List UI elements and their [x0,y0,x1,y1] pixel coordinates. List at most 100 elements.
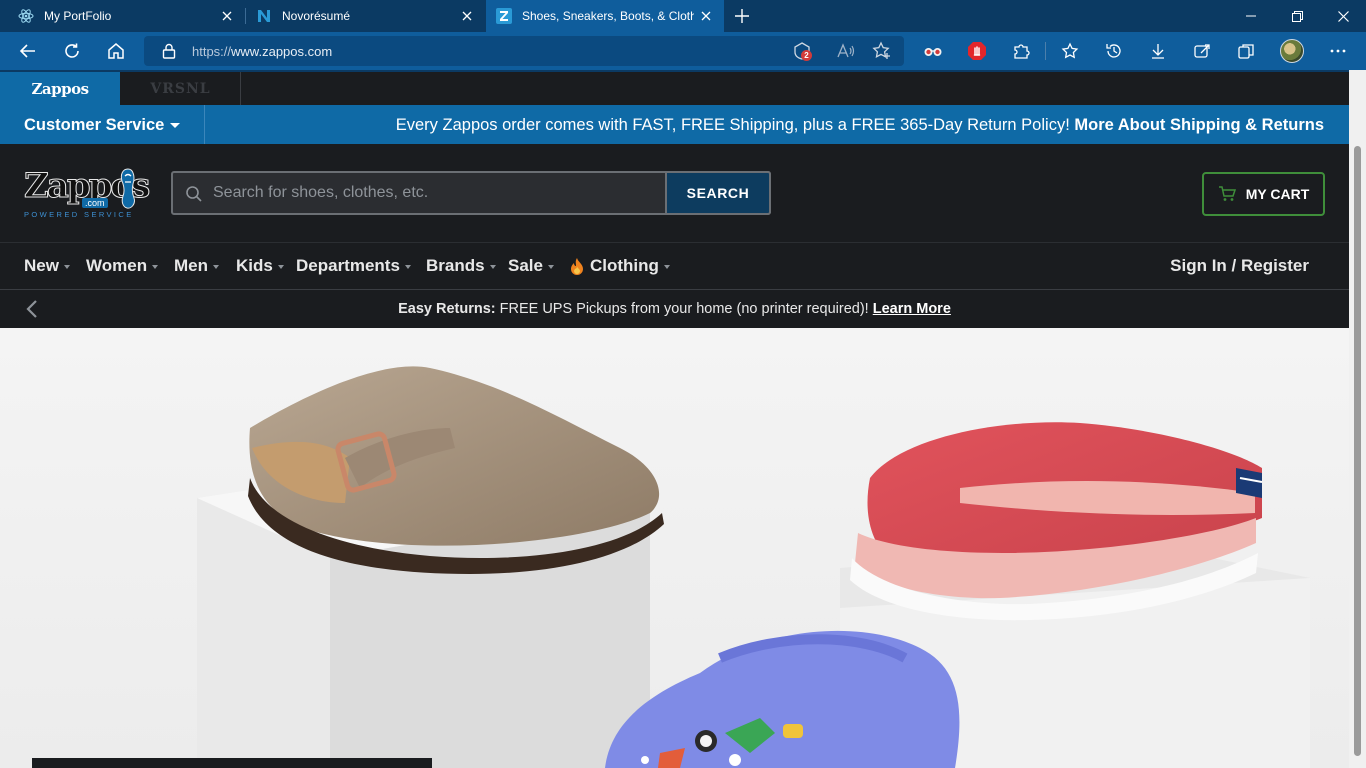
nav-label: Men [174,256,208,275]
tab-title: My PortFolio [44,9,112,23]
nav-label: Kids [236,256,273,275]
sign-in-register-link[interactable]: Sign In / Register [1170,256,1309,276]
nav-label: Departments [296,256,400,275]
add-favorite-icon[interactable] [872,41,892,61]
extension-stop-hand-icon[interactable] [963,37,991,65]
toolbar-divider [1045,42,1046,60]
close-tab-icon[interactable] [698,8,714,24]
zappos-mini-logo: Zappos [31,79,89,98]
logo-tagline: POWERED SERVICE [24,210,134,219]
caret-down-icon [170,123,181,128]
address-bar[interactable]: https://www.zappos.com 2 [144,36,904,66]
promo-text: Every Zappos order comes with FAST, FREE… [395,116,1070,134]
cart-icon [1218,186,1236,201]
caret-down-icon [152,265,159,269]
easy-returns-banner: Easy Returns: FREE UPS Pickups from your… [0,290,1349,328]
learn-more-link[interactable]: Learn More [873,301,951,317]
react-icon [18,8,34,24]
profile-avatar[interactable] [1280,39,1304,63]
close-tab-icon[interactable] [219,8,235,24]
nav-clothing[interactable]: Clothing [569,256,670,276]
extensions-icon[interactable] [1007,37,1035,65]
refresh-button[interactable] [58,37,86,65]
restore-button[interactable] [1274,0,1320,32]
caret-down-icon [277,265,284,269]
lock-icon[interactable] [162,43,176,64]
search-button[interactable]: SEARCH [665,171,771,215]
logo-shoeprint-icon [120,168,135,209]
close-tab-icon[interactable] [459,8,475,24]
scrollbar-thumb[interactable] [1354,146,1361,756]
nav-label: Women [86,256,148,275]
logo-dotcom: .com [82,198,108,208]
browser-tab[interactable]: My PortFolio [0,0,245,32]
caret-down-icon [213,265,219,269]
page-scrollbar[interactable] [1349,70,1366,768]
returns-message: Easy Returns: FREE UPS Pickups from your… [0,301,1349,317]
browser-tab[interactable]: Novorésumé [246,0,485,32]
search-input[interactable] [213,173,663,213]
back-button[interactable] [14,37,42,65]
nav-label: Brands [426,256,485,275]
collections-icon[interactable] [1232,37,1260,65]
caret-down-icon [63,265,70,269]
nav-men[interactable]: Men [174,256,219,276]
my-cart-button[interactable]: MY CART [1202,172,1325,216]
web-capture-icon[interactable] [1188,37,1216,65]
search-box: SEARCH [171,171,771,215]
extension-glasses-icon[interactable] [919,37,947,65]
hero-shoes-illustration [0,328,1349,768]
caret-down-icon [663,265,670,269]
nav-women[interactable]: Women [86,256,159,276]
brand-switcher-bar: Zappos VRSNL [0,70,1349,105]
fire-icon [571,258,583,275]
more-menu-icon[interactable] [1324,37,1352,65]
close-window-button[interactable] [1320,0,1366,32]
shipping-returns-link[interactable]: More About Shipping & Returns [1074,116,1324,134]
nav-brands[interactable]: Brands [426,256,496,276]
browser-toolbar: https://www.zappos.com 2 [0,32,1366,70]
shipping-promo: Every Zappos order comes with FAST, FREE… [396,116,1324,135]
home-button[interactable] [102,37,130,65]
novoresume-icon [256,8,272,24]
new-tab-button[interactable] [731,5,753,27]
minimize-button[interactable] [1228,0,1274,32]
brand-tab-zappos[interactable]: Zappos [0,72,120,105]
nav-label: New [24,256,59,275]
nav-sale[interactable]: Sale [508,256,554,276]
favorites-icon[interactable] [1056,37,1084,65]
customer-service-menu[interactable]: Customer Service [24,116,181,135]
nav-kids[interactable]: Kids [236,256,284,276]
zappos-z-icon [496,8,512,24]
site-header: Zappos .com POWERED SERVICE SEARCH MY CA… [0,144,1349,242]
nav-label: Sale [508,256,543,275]
url-protocol: https:// [192,44,232,59]
search-icon [185,185,203,208]
hero-banner-image[interactable] [0,328,1349,768]
caret-down-icon [489,265,496,269]
website-viewport: Zappos VRSNL Customer Service Every Zapp… [0,70,1349,768]
brand-tab-vrsnl[interactable]: VRSNL [121,72,241,105]
tracking-prevention-icon[interactable]: 2 [792,41,812,61]
hero-caption-strip [32,758,432,768]
nav-new[interactable]: New [24,256,70,276]
customer-service-label: Customer Service [24,116,165,134]
vrsnl-logo: VRSNL [150,80,211,97]
downloads-icon[interactable] [1144,37,1172,65]
browser-tab-strip: My PortFolio Novorésumé Shoes, Sneakers,… [0,0,1366,32]
caret-down-icon [404,265,411,269]
tab-title: Novorésumé [282,9,351,23]
history-icon[interactable] [1100,37,1128,65]
tracking-badge: 2 [801,50,812,61]
read-aloud-icon[interactable] [836,41,856,61]
returns-text: FREE UPS Pickups from your home (no prin… [495,301,873,317]
browser-tab-active[interactable]: Shoes, Sneakers, Boots, & Clothing [486,0,724,32]
caret-down-icon [547,265,554,269]
zappos-logo[interactable]: Zappos .com POWERED SERVICE [23,166,150,222]
shipping-info-bar: Customer Service Every Zappos order come… [0,105,1349,144]
url-host: www.zappos.com [231,44,333,59]
nav-departments[interactable]: Departments [296,256,411,276]
url-text[interactable]: https://www.zappos.com [192,44,332,59]
tab-title: Shoes, Sneakers, Boots, & Clothing [522,9,694,23]
nav-label: Clothing [590,256,659,275]
